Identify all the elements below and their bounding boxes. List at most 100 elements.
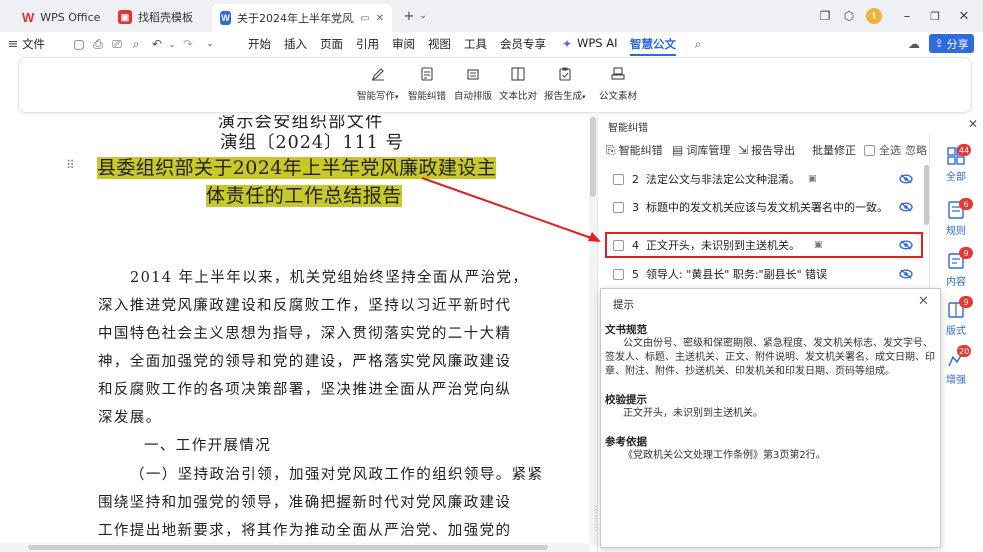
more-chevron-icon[interactable]: ⌄ — [203, 37, 217, 51]
menu-start[interactable]: 开始 — [248, 36, 271, 52]
batch-fix-button[interactable]: 批量修正 — [812, 142, 856, 158]
paragraph-line: 深发展。 — [98, 410, 162, 426]
screen-icon[interactable]: ▭ — [360, 13, 369, 24]
report-export-button[interactable]: ⇲ 报告导出 — [738, 142, 795, 158]
undo-dropdown-icon[interactable]: ⌄ — [165, 37, 179, 51]
save-icon[interactable]: ▢ — [72, 37, 86, 51]
menu-member[interactable]: 会员专享 — [500, 36, 546, 52]
share-button[interactable]: ⇪ 分享 — [929, 34, 974, 53]
tab-content[interactable]: 内容 9 — [930, 247, 982, 288]
comment-icon[interactable]: ▣ — [808, 174, 817, 184]
hamburger-icon[interactable]: ≡ — [6, 37, 20, 52]
report-generate-button[interactable]: 报告生成▾ — [544, 64, 586, 102]
hide-eye-icon[interactable] — [899, 202, 913, 212]
menu-file[interactable]: 文件 — [22, 36, 45, 52]
paragraph-line: 2014 年上半年以来，机关党组始终坚持全面从严治党， — [130, 270, 529, 286]
comment-icon[interactable]: ▣ — [814, 240, 823, 250]
panel-close-icon[interactable]: ✕ — [968, 117, 978, 131]
document-horizontal-scrollbar[interactable] — [0, 543, 590, 552]
menu-tools[interactable]: 工具 — [464, 36, 487, 52]
check-hint-text: 正文开头，未识别到主送机关。 — [623, 408, 763, 419]
stamp-icon — [608, 64, 628, 84]
spec-text-line: 签发人、标题、主送机关、正文、附件说明、发文机关署名、成文日期、印 — [605, 352, 935, 363]
redo-icon[interactable]: ↷ — [181, 37, 195, 51]
hint-title: 提示 — [613, 299, 634, 311]
tab-list-chevron-icon[interactable]: ⌄ — [414, 7, 432, 25]
export-pdf-icon[interactable]: ⎙ — [91, 37, 105, 51]
undo-icon[interactable]: ↶ — [150, 37, 164, 51]
count-badge: 44 — [957, 144, 972, 156]
spec-text-line: 章、附注、附件、抄送机关、印发机关和印发日期、页码等组成。 — [605, 366, 895, 377]
hide-eye-icon[interactable] — [899, 174, 913, 184]
issue-checkbox[interactable] — [613, 201, 624, 213]
issue-item[interactable]: 3 标题中的发文机关应该与发文机关署名中的一致。 — [605, 194, 923, 220]
document-page[interactable]: 演示会安组织部文件 演组〔2024〕111 号 ⠿ 县委组织部关于2024年上半… — [0, 115, 590, 552]
menu-page[interactable]: 页面 — [320, 36, 343, 52]
minimize-icon[interactable]: – — [898, 7, 916, 25]
lexicon-manage-button[interactable]: ▤ 词库管理 — [672, 142, 730, 158]
tab-rules[interactable]: 规则 6 — [930, 198, 982, 237]
spec-text-line: 公文由份号、密级和保密期限、紧急程度、发文机关标志、发文字号、 — [623, 338, 933, 349]
ribbon-toolbar: 智能写作▾ 智能纠错 自动排版 文本比对 报告生成▾ 公文素材 — [18, 57, 972, 113]
menu-review[interactable]: 审阅 — [392, 36, 415, 52]
count-badge: 9 — [959, 247, 973, 259]
hint-close-icon[interactable]: ✕ — [918, 294, 929, 309]
tab-template[interactable]: ▣ 找稻壳模板 — [110, 5, 206, 29]
menu-insert[interactable]: 插入 — [284, 36, 307, 52]
tab-all[interactable]: 全部 44 — [930, 144, 982, 183]
document-title-line-1: 县委组织部关于2024年上半年党风廉政建设主 — [97, 157, 497, 179]
smart-correct-button[interactable]: 智能纠错 — [408, 64, 446, 102]
tab-label: 找稻壳模板 — [138, 11, 193, 24]
paragraph-line: 和反腐败工作的各项决策部署，坚决推进全面从严治党向纵 — [98, 382, 512, 398]
menu-reference[interactable]: 引用 — [356, 36, 379, 52]
export-icon: ⇲ — [738, 143, 749, 157]
tab-document[interactable]: W 关于2024年上半年党风廉政建 ▭ ✕ — [212, 4, 392, 32]
paragraph-line: 围绕坚持和加强党的领导，准确把握新时代对党风廉政建设 — [98, 495, 512, 511]
smart-check-button[interactable]: ⎘ 智能纠错 — [606, 142, 663, 158]
hide-eye-icon[interactable] — [899, 269, 913, 279]
select-all-checkbox[interactable]: 全选 — [864, 142, 901, 158]
auto-layout-button[interactable]: 自动排版 — [454, 64, 492, 102]
print-preview-icon[interactable]: ⌕ — [129, 37, 143, 51]
issue-checkbox[interactable] — [613, 173, 624, 185]
issue-item[interactable]: 5 领导人: "黄县长" 职务:"副县长" 错误 — [605, 261, 923, 287]
menu-smart-document[interactable]: 智慧公文 — [630, 36, 676, 56]
cloud-upload-icon[interactable]: ☁ — [907, 37, 921, 51]
issue-item[interactable]: 2 法定公文与非法定公文种混淆。 ▣ — [605, 166, 923, 192]
share-icon: ⇪ — [934, 37, 944, 50]
issue-checkbox[interactable] — [613, 268, 624, 280]
tab-label: WPS Office — [40, 10, 101, 24]
avatar[interactable]: ! — [865, 7, 883, 25]
document-number: 演组〔2024〕111 号 — [220, 133, 405, 153]
hide-eye-icon[interactable] — [899, 240, 913, 250]
menu-bar: ≡ 文件 ▢ ⎙ ⎚ ⌕ ↶ ⌄ ↷ ⌄ 开始 插入 页面 引用 审阅 视图 工… — [0, 32, 983, 56]
window-close-icon[interactable]: ✕ — [955, 7, 973, 25]
document-title-line-2: 体责任的工作总结报告 — [206, 185, 403, 207]
book-icon: ▤ — [672, 143, 684, 157]
text-compare-button[interactable]: 文本比对 — [499, 64, 537, 102]
tab-wps-office[interactable]: W WPS Office — [14, 5, 104, 29]
window-layout-icon[interactable]: ❐ — [816, 7, 834, 25]
document-vertical-scrollbar[interactable] — [589, 115, 597, 545]
drag-handle-icon[interactable]: ⠿ — [66, 158, 75, 172]
check-hint-heading: 校验提示 — [605, 394, 647, 406]
paragraph-line: 神，全面加强党的领导和党的建设，严格落实党风廉政建设 — [98, 354, 512, 370]
smart-write-button[interactable]: 智能写作▾ — [357, 64, 399, 102]
reference-text: 《党政机关公文处理工作条例》第3页第2行。 — [623, 450, 826, 461]
cube-icon[interactable]: ⬡ — [840, 7, 858, 25]
count-badge: 6 — [959, 198, 973, 210]
restore-icon[interactable]: ❐ — [926, 7, 944, 25]
issue-item-selected[interactable]: 4 正文开头，未识别到主送机关。 ▣ — [605, 232, 923, 258]
menu-wps-ai[interactable]: WPS AI — [577, 36, 618, 50]
panel-title: 智能纠错 — [608, 123, 648, 134]
tab-close-icon[interactable]: ✕ — [376, 13, 384, 24]
menu-view[interactable]: 视图 — [428, 36, 451, 52]
title-tab-bar: W WPS Office ▣ 找稻壳模板 W 关于2024年上半年党风廉政建 ▭… — [0, 0, 983, 32]
search-icon[interactable]: ⌕ — [691, 37, 705, 51]
paragraph-line: （一）坚持政治引领，加强对党风政工作的组织领导。紧紧 — [130, 467, 544, 483]
print-icon[interactable]: ⎚ — [110, 37, 124, 51]
issue-checkbox[interactable] — [613, 239, 624, 251]
ignore-button[interactable]: 忽略 — [905, 142, 927, 158]
document-material-button[interactable]: 公文素材 — [599, 64, 637, 102]
count-badge: 9 — [959, 296, 973, 308]
